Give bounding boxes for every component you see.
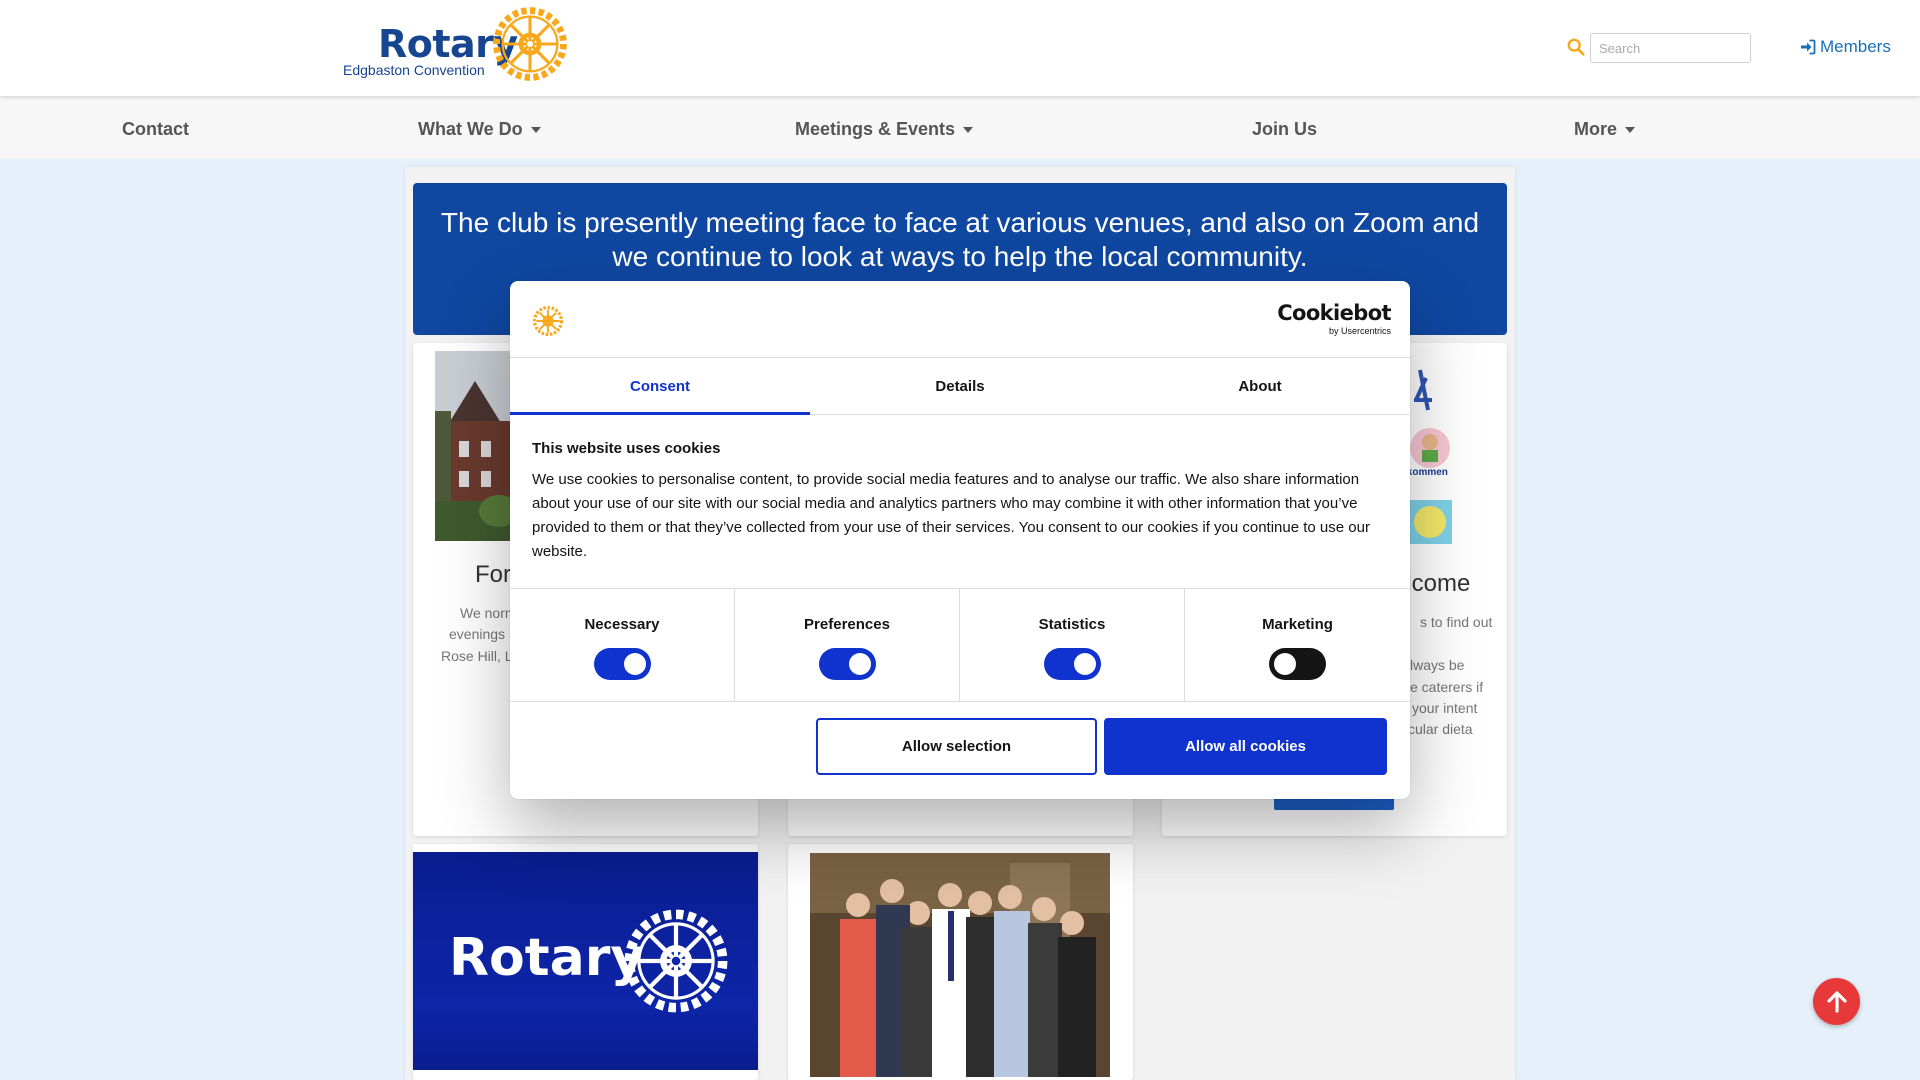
toggle-knob <box>1274 653 1296 675</box>
welcome-illustration <box>1408 369 1452 544</box>
nav-item-label: Meetings & Events <box>795 118 956 139</box>
tab-about[interactable]: About <box>1110 358 1410 415</box>
rotary-logo-banner: Rotary <box>413 852 758 1070</box>
nav-item-what-we-do[interactable]: What We Do <box>418 118 541 140</box>
welcome-art-text: lkommen <box>1404 467 1448 478</box>
nav-item-meetings-events[interactable]: Meetings & Events <box>795 118 974 140</box>
site-logo[interactable]: Rotary Edgbaston Convention <box>342 6 582 88</box>
toggle-knob <box>624 653 646 675</box>
necessary-toggle[interactable] <box>594 648 651 680</box>
cookiebot-logo: Cookiebot by Usercentrics <box>1277 301 1391 341</box>
search-input[interactable] <box>1590 33 1751 63</box>
nav-item-join-us[interactable]: Join Us <box>1252 118 1317 140</box>
arrow-up-icon <box>1826 990 1847 1013</box>
allow-all-cookies-button[interactable]: Allow all cookies <box>1104 718 1387 775</box>
nav-item-label: Join Us <box>1252 118 1318 139</box>
card-text-line: cular dieta <box>1408 721 1473 737</box>
category-label: Preferences <box>804 616 890 633</box>
category-label: Marketing <box>1262 616 1333 633</box>
nav-item-contact[interactable]: Contact <box>122 118 189 140</box>
statistics-toggle[interactable] <box>1044 648 1101 680</box>
card-text-line: e caterers if <box>1410 679 1484 695</box>
logo-subtitle: Edgbaston Convention <box>343 62 485 78</box>
nav-item-label: More <box>1574 118 1618 139</box>
tab-label: Details <box>935 378 985 395</box>
caret-down-icon <box>530 127 541 133</box>
search-icon[interactable] <box>1567 38 1585 56</box>
preferences-toggle[interactable] <box>819 648 876 680</box>
active-tab-indicator <box>510 412 810 415</box>
clubhouse-photo <box>435 351 515 541</box>
category-label: Statistics <box>1038 616 1106 633</box>
cookiebot-byline: by Usercentrics <box>1328 326 1391 336</box>
tab-consent[interactable]: Consent <box>510 358 810 415</box>
category-marketing: Marketing <box>1185 589 1410 701</box>
rotary-wheel-icon <box>532 305 564 337</box>
card-text-line: evenings <box>449 626 506 642</box>
card-text-line: your intent <box>1412 700 1478 716</box>
card-text-line: s to find out <box>1420 614 1493 630</box>
scroll-to-top-button[interactable] <box>1813 978 1860 1025</box>
allow-selection-button[interactable]: Allow selection <box>816 718 1097 775</box>
site-header: Rotary Edgbaston Convention Membe <box>0 0 1920 96</box>
nav-item-label: Contact <box>122 118 189 139</box>
tab-label: Consent <box>630 378 690 395</box>
sign-in-icon <box>1801 39 1816 55</box>
rotary-banner-wordmark: Rotary <box>449 928 645 988</box>
members-label: Members <box>1820 37 1891 56</box>
card-text-line: lways be <box>1410 657 1465 673</box>
announcement-text: The club is presently meeting face to fa… <box>440 207 1480 272</box>
rotary-wheel-icon <box>493 7 567 81</box>
members-link[interactable]: Members <box>1800 36 1891 58</box>
category-preferences: Preferences <box>735 589 960 701</box>
category-statistics: Statistics <box>960 589 1185 701</box>
card-text-line: Rose Hill, L <box>441 648 513 664</box>
cookie-heading: This website uses cookies <box>532 440 721 457</box>
tab-details[interactable]: Details <box>810 358 1110 415</box>
cookie-description: We use cookies to personalise content, t… <box>532 471 1370 560</box>
main-nav: Contact What We Do Meetings & Events Joi… <box>0 96 1920 159</box>
nav-item-more[interactable]: More <box>1574 118 1636 140</box>
nav-item-label: What We Do <box>418 118 523 139</box>
cookie-categories: Necessary Preferences Statistics Marketi… <box>510 588 1410 702</box>
tab-label: About <box>1238 378 1282 395</box>
cookiebot-wordmark: Cookiebot <box>1277 301 1391 325</box>
card-title: For <box>475 561 511 588</box>
category-label: Necessary <box>584 616 660 633</box>
card-text-line: We norm <box>460 605 517 621</box>
cookie-consent-dialog: Cookiebot by Usercentrics Consent Detail… <box>510 281 1410 799</box>
caret-down-icon <box>1625 127 1636 133</box>
rotary-wheel-icon <box>624 909 728 1013</box>
marketing-toggle[interactable] <box>1269 648 1326 680</box>
members-group-photo <box>810 853 1110 1077</box>
toggle-knob <box>1074 653 1096 675</box>
caret-down-icon <box>963 127 974 133</box>
category-necessary: Necessary <box>510 589 735 701</box>
cookie-tabs: Consent Details About <box>510 357 1410 415</box>
toggle-knob <box>849 653 871 675</box>
